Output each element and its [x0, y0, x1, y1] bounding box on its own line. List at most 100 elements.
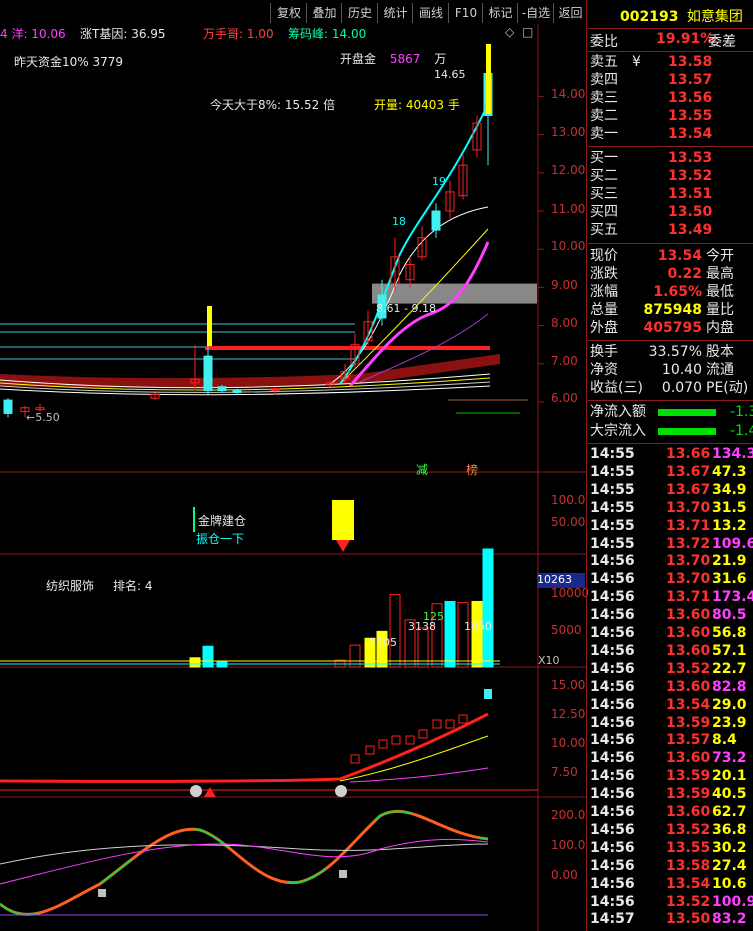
tick-time: 14:56	[590, 875, 635, 892]
tick-row[interactable]: 14:55 13.71 13.2	[588, 517, 753, 535]
tick-time: 14:56	[590, 768, 635, 785]
quote-right-label: 最低	[706, 284, 734, 300]
axis-tick-label: 10000	[551, 586, 590, 600]
tick-time: 14:56	[590, 642, 635, 659]
bid-label: 买二	[590, 168, 618, 184]
ask-label: 卖二	[590, 108, 618, 124]
tick-row[interactable]: 14:56 13.60 82.8	[588, 678, 753, 696]
bid-row: 买四 13.50	[588, 203, 753, 221]
tick-volume: 29.0	[712, 696, 747, 713]
open-volume-label: 开量: 40403 手	[374, 98, 460, 112]
tick-row[interactable]: 14:56 13.54 29.0	[588, 696, 753, 714]
tick-row[interactable]: 14:56 13.60 56.8	[588, 624, 753, 642]
tick-volume: 134.3	[712, 446, 753, 462]
toolbar-button-7[interactable]: -自选	[517, 3, 554, 23]
fundamental-value: 10.40	[661, 362, 702, 378]
divider	[588, 146, 753, 147]
axis-tick-label: 14.00	[551, 87, 586, 101]
ask-price: 13.54	[668, 126, 713, 142]
axis-tick-label: 12.50	[551, 707, 586, 721]
sub3-marker	[484, 689, 492, 699]
open-amount-value: 5867	[389, 52, 421, 66]
toolbar-button-6[interactable]: 标记	[482, 3, 518, 23]
ask-price: 13.56	[668, 90, 713, 106]
tick-row[interactable]: 14:56 13.59 23.9	[588, 714, 753, 732]
tick-row[interactable]: 14:56 13.58 27.4	[588, 857, 753, 875]
tick-row[interactable]: 14:56 13.52 100.9	[588, 893, 753, 911]
flow-row: 大宗流入 -1.4	[588, 422, 753, 440]
flow-label: 大宗流入	[590, 423, 646, 439]
tick-volume: 73.2	[712, 750, 747, 767]
tick-row[interactable]: 14:56 13.60 57.1	[588, 642, 753, 660]
bid-row: 买五 13.49	[588, 221, 753, 239]
quote-value: 0.22	[667, 266, 702, 282]
tick-row[interactable]: 14:56 13.52 36.8	[588, 821, 753, 839]
bid-price: 13.52	[668, 168, 713, 184]
axis-tick-label: 100.0	[551, 838, 586, 852]
tick-time: 14:56	[590, 750, 635, 767]
tick-row[interactable]: 14:56 13.60 80.5	[588, 606, 753, 624]
tick-time: 14:55	[590, 446, 635, 462]
tick-row[interactable]: 14:55 13.72 109.6	[588, 535, 753, 553]
tick-row[interactable]: 14:57 13.50 83.2	[588, 910, 753, 928]
signal-dot	[335, 785, 347, 797]
tick-time: 14:56	[590, 821, 635, 838]
tick-volume: 8.4	[712, 732, 737, 749]
tick-price: 13.70	[666, 571, 711, 588]
toolbar-button-4[interactable]: 画线	[412, 3, 449, 23]
kline-chart[interactable]	[0, 24, 586, 931]
axis-tick-label: 7.00	[551, 354, 578, 368]
tick-row[interactable]: 14:55 13.70 31.5	[588, 499, 753, 517]
quote-block: 现价 13.54 今开 涨跌 0.22 最高 涨幅 1.65% 最低 总量 875948 量比 外盘 40…	[588, 246, 753, 338]
candle-body	[3, 399, 13, 414]
ask-row: 卖三 13.56	[588, 89, 753, 107]
bid-label: 买五	[590, 222, 618, 238]
quote-label: 外盘	[590, 320, 618, 336]
candle-label-19: 19	[432, 175, 446, 188]
tick-row[interactable]: 14:55 13.67 34.9	[588, 481, 753, 499]
axis-tick-label: 12.00	[551, 163, 586, 177]
rank-label: 排名: 4	[113, 579, 153, 593]
toolbar-button-2[interactable]: 历史	[341, 3, 378, 23]
tick-row[interactable]: 14:56 13.55 30.2	[588, 839, 753, 857]
tick-list[interactable]: 14:55 13.66 134.3 14:55 13.67 47.3 14:55 13.67 3…	[588, 445, 753, 931]
ask-row: 卖五 ¥13.58	[588, 53, 753, 71]
volume-bar	[457, 602, 469, 668]
tick-row[interactable]: 14:55 13.67 47.3	[588, 463, 753, 481]
fundamental-right-label: PE(动)	[706, 380, 749, 396]
tick-row[interactable]: 14:56 13.52 22.7	[588, 660, 753, 678]
tick-volume: 56.8	[712, 625, 747, 641]
quote-label: 现价	[590, 248, 618, 264]
tick-volume: 27.4	[712, 857, 747, 874]
tick-row[interactable]: 14:56 13.57 8.4	[588, 731, 753, 749]
tick-row[interactable]: 14:56 13.59 20.1	[588, 767, 753, 785]
tick-price: 13.59	[666, 768, 711, 785]
ask-row: 卖二 13.55	[588, 107, 753, 125]
tick-row[interactable]: 14:56 13.71 173.4	[588, 588, 753, 606]
tick-time: 14:56	[590, 607, 635, 624]
toolbar-button-5[interactable]: F10	[448, 3, 483, 23]
tick-row[interactable]: 14:55 13.66 134.3	[588, 445, 753, 463]
stock-code: 002193	[620, 9, 679, 25]
toolbar-button-8[interactable]: 返回	[553, 3, 587, 23]
tick-row[interactable]: 14:56 13.70 31.6	[588, 570, 753, 588]
sub3-marker	[445, 719, 455, 729]
quote-label: 涨跌	[590, 266, 618, 282]
tick-row[interactable]: 14:56 13.59 40.5	[588, 785, 753, 803]
tick-row[interactable]: 14:56 13.70 21.9	[588, 552, 753, 570]
quote-row: 外盘 405795 内盘	[588, 319, 753, 337]
volume-bar	[471, 600, 483, 668]
tick-row[interactable]: 14:56 13.60 73.2	[588, 749, 753, 767]
axis-tick-label: 7.50	[551, 765, 578, 779]
ask-flag: ¥	[632, 54, 641, 70]
toolbar-button-0[interactable]: 复权	[270, 3, 307, 23]
tick-time: 14:55	[590, 517, 635, 534]
quote-label: 涨幅	[590, 284, 618, 300]
quote-value: 1.65%	[653, 284, 702, 300]
tick-row[interactable]: 14:56 13.54 10.6	[588, 875, 753, 893]
signal-marker	[98, 889, 106, 897]
toolbar-button-1[interactable]: 叠加	[306, 3, 342, 23]
toolbar-button-3[interactable]: 统计	[377, 3, 413, 23]
tick-volume: 40.5	[712, 786, 747, 803]
tick-row[interactable]: 14:56 13.60 62.7	[588, 803, 753, 821]
